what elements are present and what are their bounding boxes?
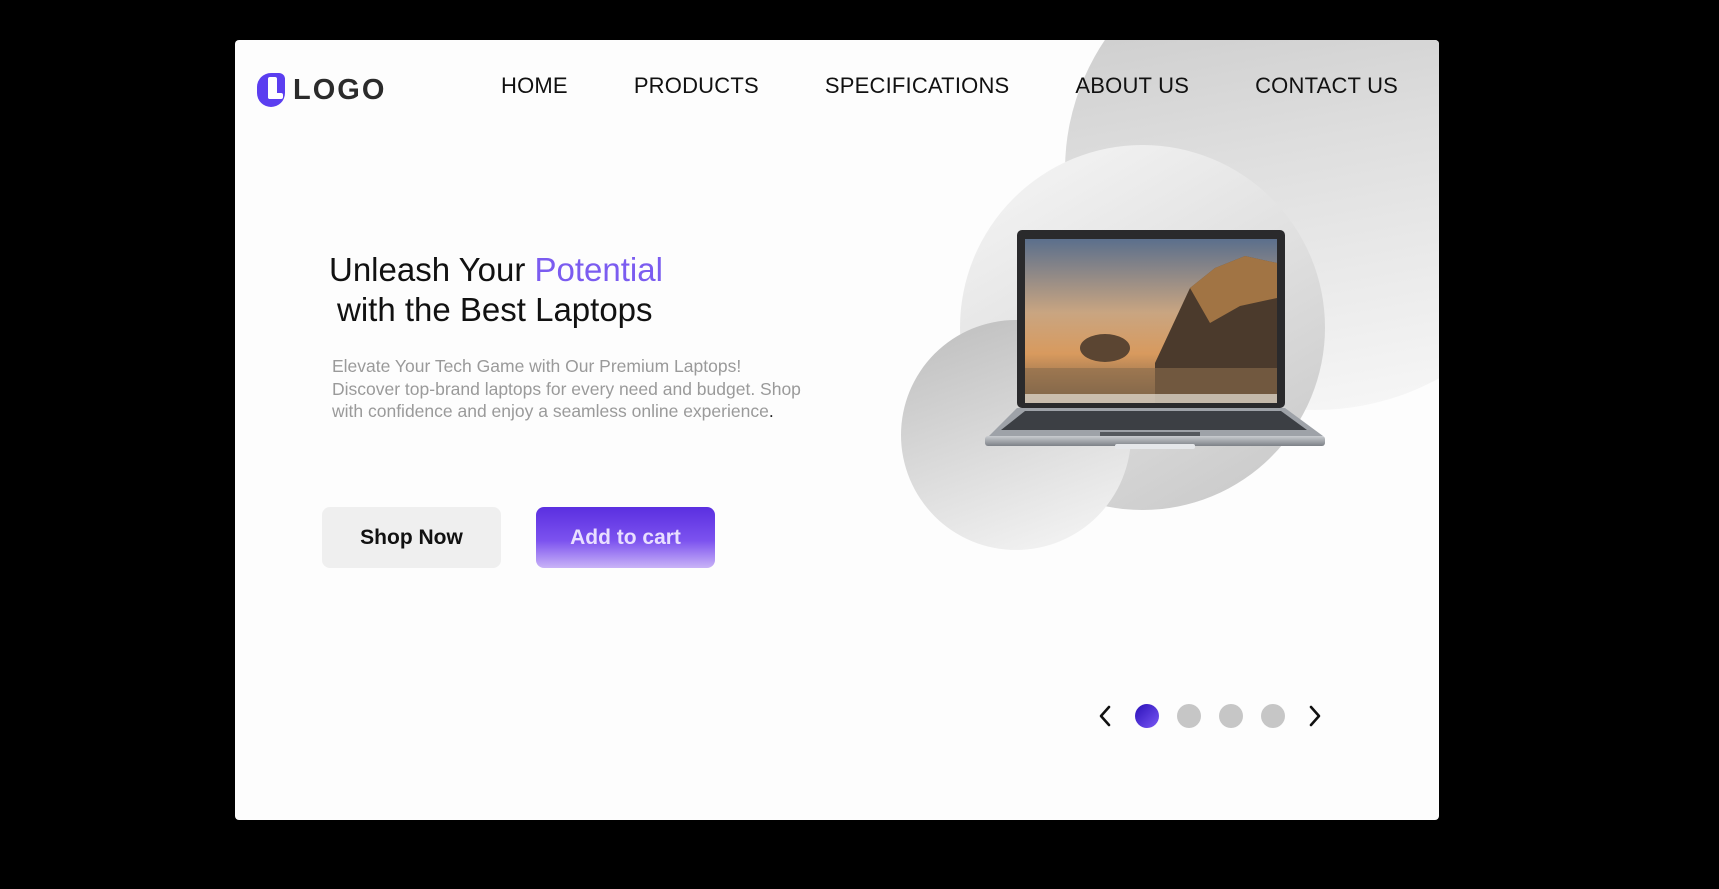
- nav-home[interactable]: HOME: [501, 73, 568, 99]
- nav-about-us[interactable]: ABOUT US: [1075, 73, 1189, 99]
- logo[interactable]: LOGO: [257, 73, 386, 107]
- logo-icon: [257, 73, 285, 107]
- hero-description: Elevate Your Tech Game with Our Premium …: [332, 355, 802, 423]
- carousel-dot-2[interactable]: [1177, 704, 1201, 728]
- nav-specifications[interactable]: SPECIFICATIONS: [825, 73, 1010, 99]
- chevron-left-icon[interactable]: [1093, 704, 1117, 728]
- nav-contact-us[interactable]: CONTACT US: [1255, 73, 1398, 99]
- main-nav: HOME PRODUCTS SPECIFICATIONS ABOUT US CO…: [501, 73, 1398, 99]
- laptop-image: [985, 230, 1325, 449]
- hero-title: Unleash Your Potential with the Best Lap…: [329, 250, 663, 330]
- shop-now-button[interactable]: Shop Now: [322, 507, 501, 568]
- hero-title-accent: Potential: [534, 251, 663, 288]
- hero-title-part1: Unleash Your: [329, 251, 535, 288]
- logo-text: LOGO: [293, 73, 387, 106]
- chevron-right-icon[interactable]: [1303, 704, 1327, 728]
- hero-description-end: .: [768, 401, 774, 421]
- carousel-dot-3[interactable]: [1219, 704, 1243, 728]
- nav-products[interactable]: PRODUCTS: [634, 73, 759, 99]
- hero-description-text: Elevate Your Tech Game with Our Premium …: [332, 356, 801, 421]
- hero-title-line2: with the Best Laptops: [337, 291, 653, 328]
- carousel-dot-1[interactable]: [1135, 704, 1159, 728]
- carousel-controls: [1093, 704, 1327, 728]
- carousel-dot-4[interactable]: [1261, 704, 1285, 728]
- landing-page: LOGO HOME PRODUCTS SPECIFICATIONS ABOUT …: [235, 40, 1439, 820]
- add-to-cart-button[interactable]: Add to cart: [536, 507, 715, 568]
